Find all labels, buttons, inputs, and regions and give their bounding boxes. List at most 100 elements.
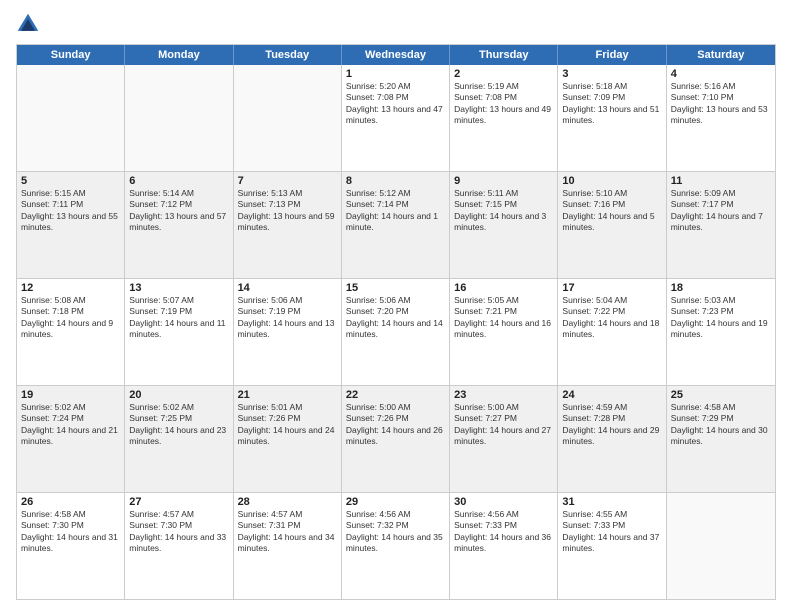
calendar-row-3: 12Sunrise: 5:08 AM Sunset: 7:18 PM Dayli…: [17, 279, 775, 386]
header-day-monday: Monday: [125, 45, 233, 65]
cell-info: Sunrise: 4:56 AM Sunset: 7:33 PM Dayligh…: [454, 509, 553, 555]
day-number: 1: [346, 68, 445, 80]
table-row: 4Sunrise: 5:16 AM Sunset: 7:10 PM Daylig…: [667, 65, 775, 171]
cell-info: Sunrise: 5:20 AM Sunset: 7:08 PM Dayligh…: [346, 81, 445, 127]
table-row: 15Sunrise: 5:06 AM Sunset: 7:20 PM Dayli…: [342, 279, 450, 385]
cell-info: Sunrise: 5:09 AM Sunset: 7:17 PM Dayligh…: [671, 188, 771, 234]
day-number: 16: [454, 282, 553, 294]
day-number: 8: [346, 175, 445, 187]
day-number: 23: [454, 389, 553, 401]
cell-info: Sunrise: 5:12 AM Sunset: 7:14 PM Dayligh…: [346, 188, 445, 234]
day-number: 21: [238, 389, 337, 401]
table-row: 24Sunrise: 4:59 AM Sunset: 7:28 PM Dayli…: [558, 386, 666, 492]
table-row: 11Sunrise: 5:09 AM Sunset: 7:17 PM Dayli…: [667, 172, 775, 278]
cell-info: Sunrise: 5:14 AM Sunset: 7:12 PM Dayligh…: [129, 188, 228, 234]
header-day-wednesday: Wednesday: [342, 45, 450, 65]
day-number: 30: [454, 496, 553, 508]
table-row: 8Sunrise: 5:12 AM Sunset: 7:14 PM Daylig…: [342, 172, 450, 278]
calendar-row-5: 26Sunrise: 4:58 AM Sunset: 7:30 PM Dayli…: [17, 493, 775, 599]
table-row: 26Sunrise: 4:58 AM Sunset: 7:30 PM Dayli…: [17, 493, 125, 599]
calendar-row-2: 5Sunrise: 5:15 AM Sunset: 7:11 PM Daylig…: [17, 172, 775, 279]
header-day-sunday: Sunday: [17, 45, 125, 65]
day-number: 22: [346, 389, 445, 401]
table-row: 30Sunrise: 4:56 AM Sunset: 7:33 PM Dayli…: [450, 493, 558, 599]
cell-info: Sunrise: 4:59 AM Sunset: 7:28 PM Dayligh…: [562, 402, 661, 448]
table-row: 14Sunrise: 5:06 AM Sunset: 7:19 PM Dayli…: [234, 279, 342, 385]
cell-info: Sunrise: 5:03 AM Sunset: 7:23 PM Dayligh…: [671, 295, 771, 341]
day-number: 20: [129, 389, 228, 401]
cell-info: Sunrise: 5:06 AM Sunset: 7:20 PM Dayligh…: [346, 295, 445, 341]
table-row: 9Sunrise: 5:11 AM Sunset: 7:15 PM Daylig…: [450, 172, 558, 278]
table-row: 16Sunrise: 5:05 AM Sunset: 7:21 PM Dayli…: [450, 279, 558, 385]
table-row: 18Sunrise: 5:03 AM Sunset: 7:23 PM Dayli…: [667, 279, 775, 385]
header-day-friday: Friday: [558, 45, 666, 65]
table-row: 23Sunrise: 5:00 AM Sunset: 7:27 PM Dayli…: [450, 386, 558, 492]
cell-info: Sunrise: 4:55 AM Sunset: 7:33 PM Dayligh…: [562, 509, 661, 555]
day-number: 27: [129, 496, 228, 508]
cell-info: Sunrise: 5:16 AM Sunset: 7:10 PM Dayligh…: [671, 81, 771, 127]
cell-info: Sunrise: 5:13 AM Sunset: 7:13 PM Dayligh…: [238, 188, 337, 234]
calendar: SundayMondayTuesdayWednesdayThursdayFrid…: [16, 44, 776, 600]
day-number: 31: [562, 496, 661, 508]
header-day-saturday: Saturday: [667, 45, 775, 65]
table-row: 27Sunrise: 4:57 AM Sunset: 7:30 PM Dayli…: [125, 493, 233, 599]
table-row: 6Sunrise: 5:14 AM Sunset: 7:12 PM Daylig…: [125, 172, 233, 278]
table-row: 25Sunrise: 4:58 AM Sunset: 7:29 PM Dayli…: [667, 386, 775, 492]
cell-info: Sunrise: 5:10 AM Sunset: 7:16 PM Dayligh…: [562, 188, 661, 234]
day-number: 14: [238, 282, 337, 294]
calendar-header: SundayMondayTuesdayWednesdayThursdayFrid…: [17, 45, 775, 65]
table-row: 2Sunrise: 5:19 AM Sunset: 7:08 PM Daylig…: [450, 65, 558, 171]
cell-info: Sunrise: 4:56 AM Sunset: 7:32 PM Dayligh…: [346, 509, 445, 555]
cell-info: Sunrise: 5:04 AM Sunset: 7:22 PM Dayligh…: [562, 295, 661, 341]
table-row: 12Sunrise: 5:08 AM Sunset: 7:18 PM Dayli…: [17, 279, 125, 385]
table-row: [125, 65, 233, 171]
header-day-thursday: Thursday: [450, 45, 558, 65]
calendar-body: 1Sunrise: 5:20 AM Sunset: 7:08 PM Daylig…: [17, 65, 775, 599]
day-number: 24: [562, 389, 661, 401]
table-row: 10Sunrise: 5:10 AM Sunset: 7:16 PM Dayli…: [558, 172, 666, 278]
table-row: 22Sunrise: 5:00 AM Sunset: 7:26 PM Dayli…: [342, 386, 450, 492]
cell-info: Sunrise: 5:18 AM Sunset: 7:09 PM Dayligh…: [562, 81, 661, 127]
table-row: 29Sunrise: 4:56 AM Sunset: 7:32 PM Dayli…: [342, 493, 450, 599]
day-number: 26: [21, 496, 120, 508]
day-number: 29: [346, 496, 445, 508]
table-row: [17, 65, 125, 171]
cell-info: Sunrise: 5:11 AM Sunset: 7:15 PM Dayligh…: [454, 188, 553, 234]
header-day-tuesday: Tuesday: [234, 45, 342, 65]
day-number: 5: [21, 175, 120, 187]
day-number: 6: [129, 175, 228, 187]
table-row: 1Sunrise: 5:20 AM Sunset: 7:08 PM Daylig…: [342, 65, 450, 171]
cell-info: Sunrise: 5:19 AM Sunset: 7:08 PM Dayligh…: [454, 81, 553, 127]
table-row: 5Sunrise: 5:15 AM Sunset: 7:11 PM Daylig…: [17, 172, 125, 278]
cell-info: Sunrise: 5:02 AM Sunset: 7:24 PM Dayligh…: [21, 402, 120, 448]
day-number: 12: [21, 282, 120, 294]
day-number: 11: [671, 175, 771, 187]
table-row: [667, 493, 775, 599]
logo-icon: [16, 12, 40, 36]
cell-info: Sunrise: 5:05 AM Sunset: 7:21 PM Dayligh…: [454, 295, 553, 341]
table-row: 3Sunrise: 5:18 AM Sunset: 7:09 PM Daylig…: [558, 65, 666, 171]
cell-info: Sunrise: 5:01 AM Sunset: 7:26 PM Dayligh…: [238, 402, 337, 448]
header: [16, 12, 776, 36]
cell-info: Sunrise: 4:57 AM Sunset: 7:31 PM Dayligh…: [238, 509, 337, 555]
cell-info: Sunrise: 5:00 AM Sunset: 7:26 PM Dayligh…: [346, 402, 445, 448]
table-row: 19Sunrise: 5:02 AM Sunset: 7:24 PM Dayli…: [17, 386, 125, 492]
calendar-row-1: 1Sunrise: 5:20 AM Sunset: 7:08 PM Daylig…: [17, 65, 775, 172]
day-number: 13: [129, 282, 228, 294]
logo: [16, 12, 44, 36]
table-row: 21Sunrise: 5:01 AM Sunset: 7:26 PM Dayli…: [234, 386, 342, 492]
table-row: [234, 65, 342, 171]
table-row: 31Sunrise: 4:55 AM Sunset: 7:33 PM Dayli…: [558, 493, 666, 599]
day-number: 2: [454, 68, 553, 80]
cell-info: Sunrise: 4:58 AM Sunset: 7:30 PM Dayligh…: [21, 509, 120, 555]
day-number: 19: [21, 389, 120, 401]
day-number: 15: [346, 282, 445, 294]
cell-info: Sunrise: 5:15 AM Sunset: 7:11 PM Dayligh…: [21, 188, 120, 234]
day-number: 17: [562, 282, 661, 294]
table-row: 17Sunrise: 5:04 AM Sunset: 7:22 PM Dayli…: [558, 279, 666, 385]
day-number: 9: [454, 175, 553, 187]
cell-info: Sunrise: 5:06 AM Sunset: 7:19 PM Dayligh…: [238, 295, 337, 341]
cell-info: Sunrise: 5:08 AM Sunset: 7:18 PM Dayligh…: [21, 295, 120, 341]
day-number: 10: [562, 175, 661, 187]
table-row: 28Sunrise: 4:57 AM Sunset: 7:31 PM Dayli…: [234, 493, 342, 599]
